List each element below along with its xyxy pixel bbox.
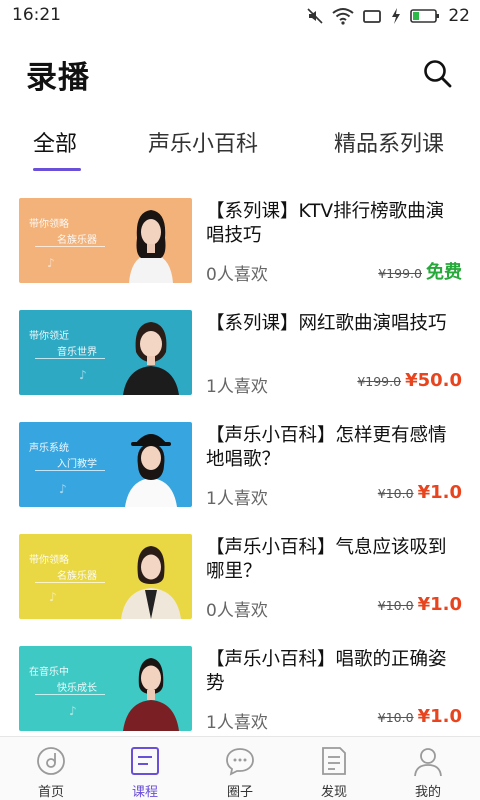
current-price: 免费 [426,262,462,283]
music-note-icon: ♪ [69,704,77,718]
profile-icon [414,748,442,777]
thumbnail-divider [35,358,105,359]
likes-count: 1人喜欢 [206,489,268,509]
status-icons: 22 [306,6,470,26]
nav-courses[interactable]: 课程 [97,737,193,800]
original-price: ¥10.0 [377,486,414,501]
course-item[interactable]: 声乐系统 入门教学 ♪ 【声乐小百科】怎样更有感情地唱歌？ 1人喜欢 ¥10.0… [0,410,480,522]
current-price: ¥1.0 [417,594,462,615]
likes-count: 0人喜欢 [206,265,268,285]
thumbnail-caption: 名族乐器 [57,235,97,246]
likes-count: 1人喜欢 [206,377,268,397]
nav-discover[interactable]: 发现 [286,737,382,800]
nav-label: 发现 [320,785,347,800]
current-price: ¥1.0 [417,706,462,727]
original-price: ¥10.0 [377,598,414,613]
thumbnail-divider [35,694,105,695]
thumbnail-caption: 带你领略 [29,219,69,230]
course-item[interactable]: 带你领略 名族乐器 ♪ 【系列课】KTV排行榜歌曲演唱技巧 0人喜欢 ¥199.… [0,186,480,298]
thumbnail-caption: 带你领略 [29,555,69,566]
original-price: ¥199.0 [378,266,422,281]
course-thumbnail: 带你领略 名族乐器 ♪ [19,198,192,283]
nav-circle[interactable]: 圈子 [192,737,288,800]
instructor-photo [123,322,179,395]
battery-level: 22 [448,6,470,26]
course-title: 【声乐小百科】唱歌的正确姿势 [206,649,447,694]
search-button[interactable] [420,56,456,92]
tab-premium-series[interactable]: 精品系列课 [334,126,444,158]
nav-label: 课程 [131,785,158,800]
course-item[interactable]: 带你领近 音乐世界 ♪ 【系列课】网红歌曲演唱技巧 1人喜欢 ¥199.0 ¥5… [0,298,480,410]
course-thumbnail: 声乐系统 入门教学 ♪ [19,422,192,507]
instructor-photo [123,658,179,731]
battery-icon [410,9,440,23]
music-note-icon: ♪ [47,256,55,270]
tab-all[interactable]: 全部 [33,126,77,158]
course-list-icon [131,747,159,775]
price-group: ¥10.0 ¥1.0 [378,706,462,727]
thumbnail-divider [35,582,105,583]
chat-bubble-icon [226,748,254,776]
course-list: 带你领略 名族乐器 ♪ 【系列课】KTV排行榜歌曲演唱技巧 0人喜欢 ¥199.… [0,186,480,734]
nav-label: 圈子 [226,785,253,800]
page-title: 录播 [26,60,90,96]
wifi-icon [332,8,354,25]
tab-vocal-encyclopedia[interactable]: 声乐小百科 [148,126,258,158]
thumbnail-divider [35,470,105,471]
category-tabs: 全部 声乐小百科 精品系列课 [0,118,480,176]
thumbnail-divider [35,246,105,247]
thumbnail-caption: 带你领近 [29,331,69,342]
discover-doc-icon [322,747,346,775]
course-item[interactable]: 带你领略 名族乐器 ♪ 【声乐小百科】气息应该吸到哪里？ 0人喜欢 ¥10.0 … [0,522,480,634]
original-price: ¥199.0 [357,374,402,389]
thumbnail-caption: 在音乐中 [29,667,69,678]
likes-count: 0人喜欢 [206,601,268,621]
header: 录播 [0,32,480,118]
music-note-icon: ♪ [49,590,57,604]
original-price: ¥10.0 [377,710,414,725]
thumbnail-caption: 名族乐器 [57,571,97,582]
course-title: 【声乐小百科】气息应该吸到哪里？ [206,537,447,582]
price-group: ¥10.0 ¥1.0 [378,482,462,503]
bottom-nav: 首页 课程 圈子 发现 我的 [0,736,480,800]
course-thumbnail: 在音乐中 快乐成长 ♪ [19,646,192,731]
thumbnail-caption: 入门教学 [57,459,97,470]
charging-icon [392,8,401,24]
search-icon [424,60,452,88]
music-note-icon: ♪ [79,368,87,382]
course-item[interactable]: 在音乐中 快乐成长 ♪ 【声乐小百科】唱歌的正确姿势 1人喜欢 ¥10.0 ¥1… [0,634,480,734]
status-bar: 16:21 22 [0,0,480,32]
course-thumbnail: 带你领略 名族乐器 ♪ [19,534,192,619]
likes-count: 1人喜欢 [206,713,268,733]
instructor-photo [125,434,177,507]
thumbnail-caption: 音乐世界 [57,347,97,358]
mute-icon [307,8,323,24]
instructor-photo [121,546,181,619]
price-group: ¥199.0 免费 [378,258,462,284]
course-thumbnail: 带你领近 音乐世界 ♪ [19,310,192,395]
nav-home[interactable]: 首页 [3,737,99,800]
current-price: ¥50.0 [405,370,462,391]
status-time: 16:21 [12,5,61,25]
nav-label: 首页 [37,785,64,800]
course-title: 【声乐小百科】怎样更有感情地唱歌？ [206,425,447,470]
thumbnail-caption: 声乐系统 [29,443,69,454]
nav-label: 我的 [414,785,441,800]
instructor-photo [129,210,173,283]
current-price: ¥1.0 [417,482,462,503]
tab-indicator [33,168,81,171]
course-title: 【系列课】网红歌曲演唱技巧 [206,313,447,334]
music-note-icon: ♪ [59,482,67,496]
price-group: ¥10.0 ¥1.0 [378,594,462,615]
nav-profile[interactable]: 我的 [380,737,476,800]
price-group: ¥199.0 ¥50.0 [357,370,462,391]
course-title: 【系列课】KTV排行榜歌曲演唱技巧 [206,201,445,246]
screen-icon [363,10,382,23]
thumbnail-caption: 快乐成长 [57,683,97,694]
home-disc-icon [37,747,65,775]
